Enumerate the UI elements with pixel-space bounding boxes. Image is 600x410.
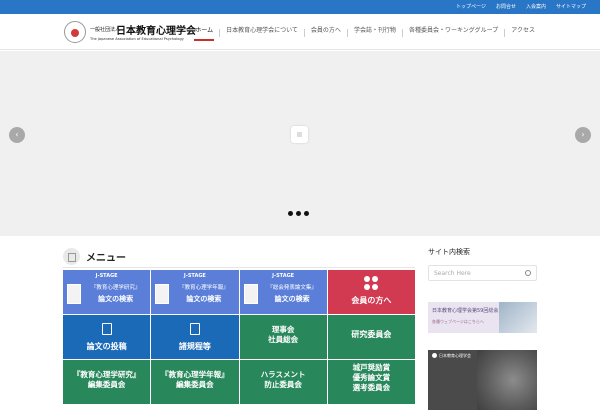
tile-action-label: 論文の検索 [186, 295, 222, 303]
tile-journal-name: 『総会発表論文集』 [267, 285, 317, 291]
nav-committees[interactable]: 各種委員会・ワーキンググループ [408, 25, 499, 41]
nav-divider [504, 29, 506, 37]
tile-search-kenkyu[interactable]: J-STAGE 『教育心理学研究』 論文の検索 [63, 270, 151, 314]
slider-dot[interactable] [296, 211, 301, 216]
tile-search-nenpo[interactable]: J-STAGE 『教育心理学年報』 論文の検索 [151, 270, 239, 314]
nav-divider [219, 29, 221, 37]
tile-label: 論文の投稿 [86, 342, 127, 351]
journal-cover-icon [67, 284, 81, 304]
sidebar: サイト内検索 Search Here 日本教育心理学会第59回総会 各種ウェブペ… [428, 247, 537, 410]
tile-label: 理事会 社員総会 [268, 325, 299, 344]
tile-submission[interactable]: 論文の投稿 [63, 315, 151, 359]
slider-prev-button[interactable]: ‹ [9, 127, 25, 143]
jstage-logo-icon: J-STAGE [183, 273, 206, 279]
site-logo[interactable]: 一般社団法人 日本教育心理学会 The Japanese Association… [64, 21, 204, 45]
nav-divider [401, 29, 403, 37]
slider-pagination [288, 211, 309, 216]
nav-about[interactable]: 日本教育心理学会について [225, 25, 299, 41]
search-placeholder: Search Here [434, 270, 471, 277]
top-link-contact[interactable]: お問合せ [496, 0, 516, 14]
jstage-logo-icon: J-STAGE [95, 273, 118, 279]
clover-icon [364, 276, 379, 290]
slider-next-button[interactable]: › [575, 127, 591, 143]
tile-label: 『教育心理学研究』 編集委員会 [72, 370, 141, 389]
tile-label: 諸規程等 [178, 342, 211, 351]
tile-label: 会員の方へ [351, 296, 392, 305]
top-link-join[interactable]: 入会案内 [526, 0, 546, 14]
main-nav: ホーム 日本教育心理学会について 会員の方へ 学会誌・刊行物 各種委員会・ワーキ… [194, 25, 536, 41]
tile-kenkyu-editorial[interactable]: 『教育心理学研究』 編集委員会 [63, 360, 151, 404]
tile-nenpo-editorial[interactable]: 『教育心理学年報』 編集委員会 [151, 360, 239, 404]
logo-subtitle: The Japanese Association of Educational … [90, 37, 184, 41]
society-banner[interactable]: 日本教育心理学会 [428, 350, 537, 410]
tile-for-members[interactable]: 会員の方へ [327, 270, 415, 314]
tile-label: ハラスメント 防止委員会 [260, 370, 306, 389]
banner-photo [499, 302, 537, 333]
nav-home[interactable]: ホーム [194, 25, 214, 41]
tile-journal-name: 『教育心理学研究』 [90, 285, 141, 291]
nav-members[interactable]: 会員の方へ [310, 25, 342, 41]
document-icon [189, 323, 200, 335]
banner-subtitle: 各種ウェブページはこちらへ [432, 319, 484, 324]
top-bar: トップページ お問合せ 入会案内 サイトマップ [0, 0, 600, 14]
journal-cover-icon [243, 284, 258, 304]
tile-board[interactable]: 理事会 社員総会 [239, 315, 327, 359]
logo-emblem-icon [64, 21, 86, 43]
menu-section-title: メニュー [86, 252, 126, 264]
slider-dot[interactable] [288, 211, 293, 216]
search-icon[interactable] [525, 270, 531, 276]
banner-photo [477, 350, 537, 410]
tile-label: 『教育心理学年報』 編集委員会 [161, 370, 229, 389]
nav-access[interactable]: アクセス [510, 25, 536, 41]
sidebar-search-title: サイト内検索 [428, 248, 470, 256]
tile-label: 城戸奨励賞 優秀論文賞 選考委員会 [352, 363, 391, 392]
search-input[interactable]: Search Here [428, 265, 537, 281]
menu-section-header: メニュー [63, 247, 126, 265]
tile-journal-name: 『教育心理学年報』 [179, 285, 229, 291]
tile-regulations[interactable]: 諸規程等 [151, 315, 239, 359]
logo-title: 日本教育心理学会 [116, 26, 196, 37]
tile-harassment[interactable]: ハラスメント 防止委員会 [239, 360, 327, 404]
banner-title: 日本教育心理学会 [439, 353, 471, 358]
top-link-home[interactable]: トップページ [456, 0, 486, 14]
journal-cover-icon [155, 284, 170, 304]
slider-dot[interactable] [304, 211, 309, 216]
tile-research-committee[interactable]: 研究委員会 [327, 315, 415, 359]
nav-divider [346, 29, 348, 37]
menu-section-icon [63, 247, 80, 265]
tile-action-label: 論文の検索 [98, 295, 134, 303]
tile-label: 研究委員会 [351, 330, 392, 339]
conference-banner[interactable]: 日本教育心理学会第59回総会 各種ウェブページはこちらへ [428, 302, 537, 333]
banner-logo-icon [432, 353, 437, 358]
top-links: トップページ お問合せ 入会案内 サイトマップ [456, 0, 586, 14]
tile-search-proceedings[interactable]: J-STAGE 『総会発表論文集』 論文の検索 [239, 270, 327, 314]
top-link-sitemap[interactable]: サイトマップ [556, 0, 586, 14]
upload-icon [101, 323, 112, 335]
hero-slider: ‹ › [0, 51, 600, 236]
nav-divider [303, 29, 305, 37]
jstage-logo-icon: J-STAGE [272, 273, 295, 279]
tile-award-committee[interactable]: 城戸奨励賞 優秀論文賞 選考委員会 [327, 360, 415, 404]
site-header: 一般社団法人 日本教育心理学会 The Japanese Association… [0, 14, 600, 50]
tile-action-label: 論文の検索 [274, 295, 310, 303]
banner-title: 日本教育心理学会第59回総会 [432, 308, 499, 314]
menu-tile-grid: J-STAGE 『教育心理学研究』 論文の検索 J-STAGE 『教育心理学年報… [63, 270, 415, 404]
nav-publications[interactable]: 学会誌・刊行物 [353, 25, 397, 41]
section-divider [63, 267, 415, 268]
slider-loading-icon [291, 126, 308, 143]
